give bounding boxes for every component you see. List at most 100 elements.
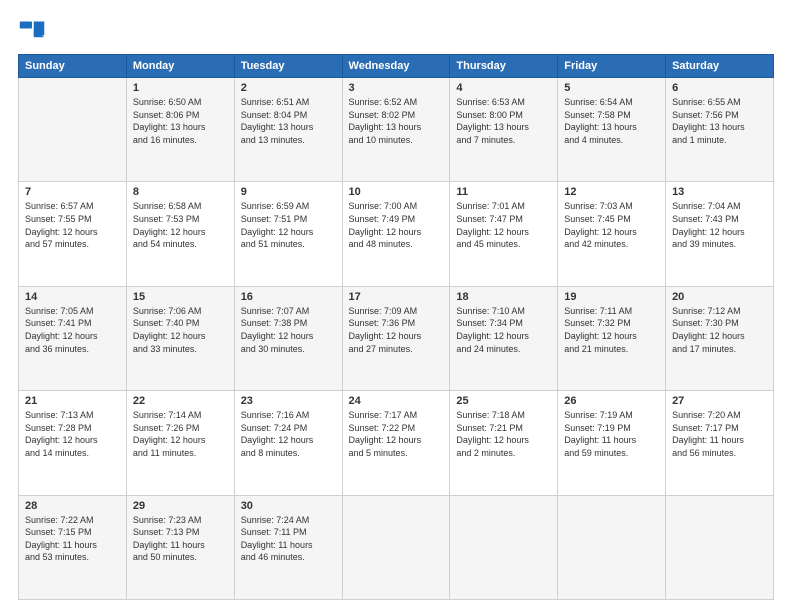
cell-text: Daylight: 12 hours <box>133 226 228 239</box>
page: SundayMondayTuesdayWednesdayThursdayFrid… <box>0 0 792 612</box>
calendar-cell: 2 Sunrise: 6:51 AMSunset: 8:04 PMDaylight… <box>234 78 342 182</box>
cell-text: Sunrise: 7:24 AM <box>241 514 336 527</box>
cell-text: Daylight: 13 hours <box>241 121 336 134</box>
day-number: 9 <box>241 186 336 198</box>
calendar-cell: 7Sunrise: 6:57 AMSunset: 7:55 PMDaylight… <box>19 182 127 286</box>
calendar-cell: 3Sunrise: 6:52 AMSunset: 8:02 PMDaylight… <box>342 78 450 182</box>
cell-text: Daylight: 13 hours <box>349 121 444 134</box>
cell-text: and 8 minutes. <box>241 447 336 460</box>
cell-text: Sunrise: 6:54 AM <box>564 96 659 109</box>
cell-text: Sunrise: 7:23 AM <box>133 514 228 527</box>
calendar-cell <box>558 495 666 599</box>
cell-text: Daylight: 12 hours <box>349 434 444 447</box>
cell-text: Daylight: 12 hours <box>456 434 551 447</box>
weekday-header-sunday: Sunday <box>19 55 127 78</box>
calendar-cell: 30Sunrise: 7:24 AMSunset: 7:11 PMDayligh… <box>234 495 342 599</box>
cell-text: Sunrise: 6:55 AM <box>672 96 767 109</box>
day-number: 29 <box>133 500 228 512</box>
calendar-cell: 6Sunrise: 6:55 AMSunset: 7:56 PMDaylight… <box>666 78 774 182</box>
cell-text: Sunset: 7:15 PM <box>25 526 120 539</box>
cell-text: Daylight: 12 hours <box>133 434 228 447</box>
calendar-cell: 15Sunrise: 7:06 AMSunset: 7:40 PMDayligh… <box>126 286 234 390</box>
cell-text: and 45 minutes. <box>456 238 551 251</box>
cell-text: Sunset: 7:32 PM <box>564 317 659 330</box>
calendar-week-2: 7Sunrise: 6:57 AMSunset: 7:55 PMDaylight… <box>19 182 774 286</box>
cell-text: Sunrise: 7:00 AM <box>349 200 444 213</box>
cell-text: Sunset: 7:17 PM <box>672 422 767 435</box>
header <box>18 18 774 46</box>
cell-text: Sunset: 7:40 PM <box>133 317 228 330</box>
day-number: 16 <box>241 291 336 303</box>
cell-text: Daylight: 12 hours <box>564 330 659 343</box>
day-number: 30 <box>241 500 336 512</box>
day-number: 3 <box>349 82 444 94</box>
calendar-cell: 19Sunrise: 7:11 AMSunset: 7:32 PMDayligh… <box>558 286 666 390</box>
day-number: 7 <box>25 186 120 198</box>
cell-text: Daylight: 13 hours <box>672 121 767 134</box>
cell-text: Sunrise: 7:18 AM <box>456 409 551 422</box>
cell-text: Sunset: 7:28 PM <box>25 422 120 435</box>
cell-text: Daylight: 11 hours <box>672 434 767 447</box>
day-number: 2 <box>241 82 336 94</box>
cell-text: Daylight: 12 hours <box>349 330 444 343</box>
day-number: 12 <box>564 186 659 198</box>
cell-text: and 2 minutes. <box>456 447 551 460</box>
weekday-header-friday: Friday <box>558 55 666 78</box>
day-number: 5 <box>564 82 659 94</box>
cell-text: Daylight: 13 hours <box>133 121 228 134</box>
cell-text: Sunset: 7:47 PM <box>456 213 551 226</box>
calendar-week-5: 28Sunrise: 7:22 AMSunset: 7:15 PMDayligh… <box>19 495 774 599</box>
cell-text: and 50 minutes. <box>133 551 228 564</box>
cell-text: Sunset: 7:51 PM <box>241 213 336 226</box>
cell-text: Sunset: 7:30 PM <box>672 317 767 330</box>
calendar-cell: 17Sunrise: 7:09 AMSunset: 7:36 PMDayligh… <box>342 286 450 390</box>
cell-text: Sunrise: 7:11 AM <box>564 305 659 318</box>
cell-text: Sunrise: 7:01 AM <box>456 200 551 213</box>
calendar-cell: 8Sunrise: 6:58 AMSunset: 7:53 PMDaylight… <box>126 182 234 286</box>
cell-text: and 11 minutes. <box>133 447 228 460</box>
cell-text: Sunset: 7:45 PM <box>564 213 659 226</box>
day-number: 17 <box>349 291 444 303</box>
day-number: 4 <box>456 82 551 94</box>
day-number: 23 <box>241 395 336 407</box>
calendar-cell: 23Sunrise: 7:16 AMSunset: 7:24 PMDayligh… <box>234 391 342 495</box>
cell-text: Sunset: 7:43 PM <box>672 213 767 226</box>
cell-text: Sunrise: 6:58 AM <box>133 200 228 213</box>
cell-text: Daylight: 13 hours <box>456 121 551 134</box>
calendar-cell: 22Sunrise: 7:14 AMSunset: 7:26 PMDayligh… <box>126 391 234 495</box>
day-number: 1 <box>133 82 228 94</box>
day-number: 8 <box>133 186 228 198</box>
weekday-header-thursday: Thursday <box>450 55 558 78</box>
cell-text: Daylight: 12 hours <box>241 434 336 447</box>
calendar-cell: 16Sunrise: 7:07 AMSunset: 7:38 PMDayligh… <box>234 286 342 390</box>
cell-text: and 46 minutes. <box>241 551 336 564</box>
calendar-week-3: 14Sunrise: 7:05 AMSunset: 7:41 PMDayligh… <box>19 286 774 390</box>
calendar-cell <box>450 495 558 599</box>
day-number: 25 <box>456 395 551 407</box>
calendar-cell: 5Sunrise: 6:54 AMSunset: 7:58 PMDaylight… <box>558 78 666 182</box>
cell-text: Sunset: 7:21 PM <box>456 422 551 435</box>
cell-text: Daylight: 12 hours <box>25 434 120 447</box>
calendar-cell: 9Sunrise: 6:59 AMSunset: 7:51 PMDaylight… <box>234 182 342 286</box>
logo <box>18 18 50 46</box>
cell-text: Sunset: 8:04 PM <box>241 109 336 122</box>
cell-text: Sunrise: 6:51 AM <box>241 96 336 109</box>
calendar-week-1: 1Sunrise: 6:50 AMSunset: 8:06 PMDaylight… <box>19 78 774 182</box>
cell-text: and 57 minutes. <box>25 238 120 251</box>
weekday-header-wednesday: Wednesday <box>342 55 450 78</box>
cell-text: Sunrise: 7:22 AM <box>25 514 120 527</box>
cell-text: Daylight: 12 hours <box>241 330 336 343</box>
cell-text: Sunrise: 6:53 AM <box>456 96 551 109</box>
cell-text: Sunset: 7:26 PM <box>133 422 228 435</box>
cell-text: and 53 minutes. <box>25 551 120 564</box>
day-number: 21 <box>25 395 120 407</box>
cell-text: Sunrise: 7:06 AM <box>133 305 228 318</box>
cell-text: and 33 minutes. <box>133 343 228 356</box>
calendar-cell: 24Sunrise: 7:17 AMSunset: 7:22 PMDayligh… <box>342 391 450 495</box>
cell-text: Sunset: 7:36 PM <box>349 317 444 330</box>
day-number: 15 <box>133 291 228 303</box>
calendar-cell: 20Sunrise: 7:12 AMSunset: 7:30 PMDayligh… <box>666 286 774 390</box>
cell-text: and 39 minutes. <box>672 238 767 251</box>
day-number: 11 <box>456 186 551 198</box>
calendar-table: SundayMondayTuesdayWednesdayThursdayFrid… <box>18 54 774 600</box>
